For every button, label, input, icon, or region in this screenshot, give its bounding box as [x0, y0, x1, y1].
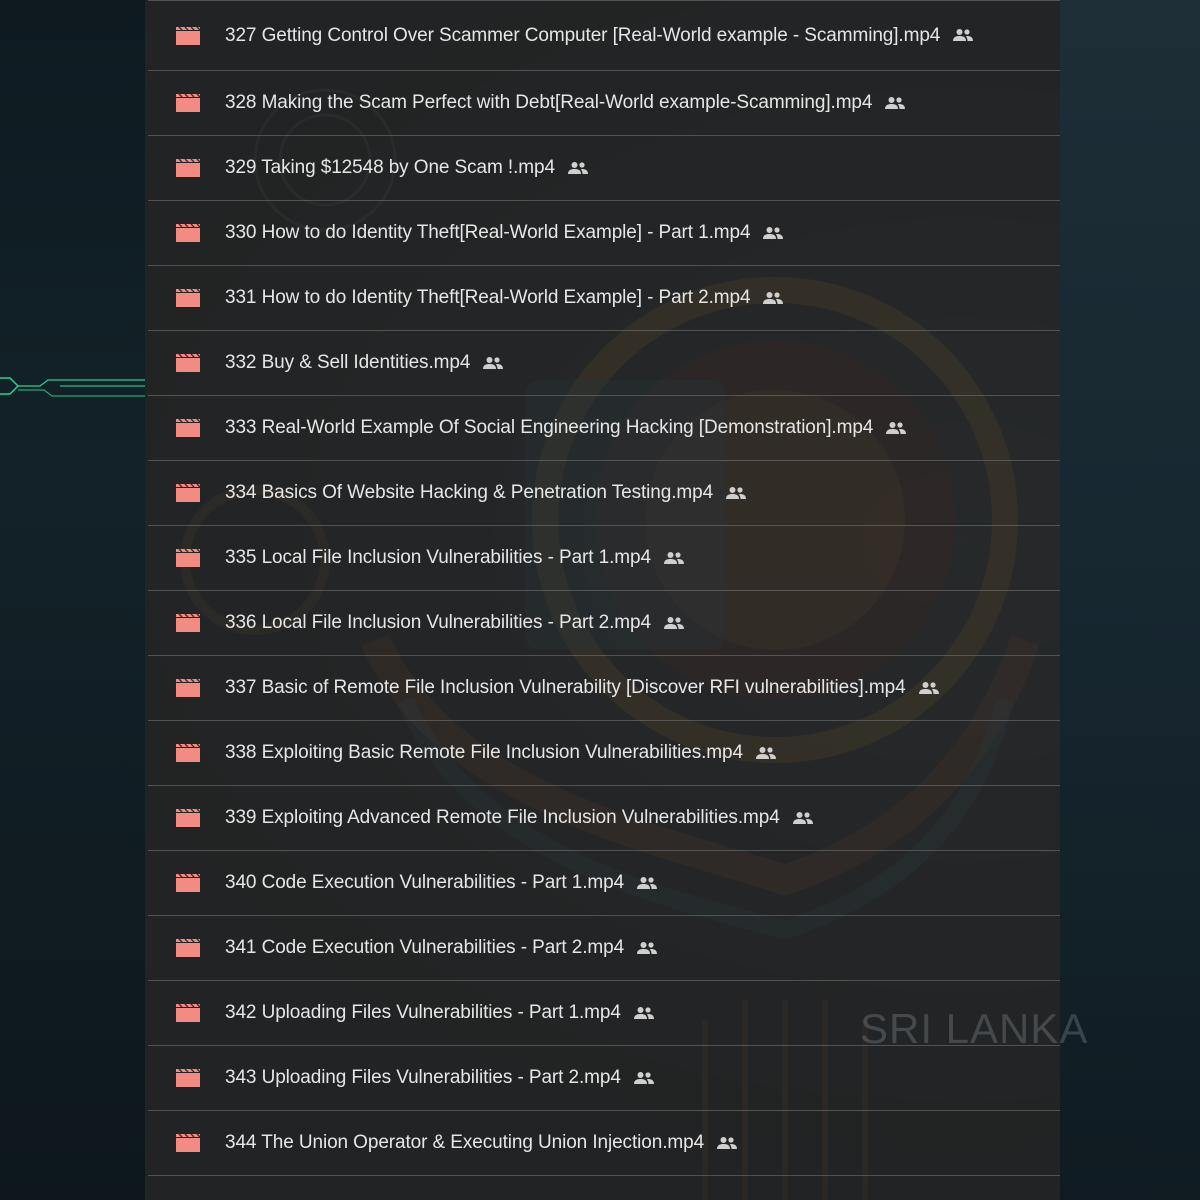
video-icon — [176, 549, 200, 567]
file-row[interactable]: 335 Local File Inclusion Vulnerabilities… — [148, 526, 1060, 591]
file-name: 341 Code Execution Vulnerabilities - Par… — [225, 937, 658, 959]
file-name: 337 Basic of Remote File Inclusion Vulne… — [225, 677, 940, 699]
shared-icon — [763, 291, 784, 304]
shared-icon — [953, 29, 974, 42]
shared-icon — [763, 226, 784, 239]
file-name: 329 Taking $12548 by One Scam !.mp4 — [225, 157, 589, 179]
file-name: 333 Real-World Example Of Social Enginee… — [225, 417, 907, 439]
file-name-text: 332 Buy & Sell Identities.mp4 — [225, 352, 471, 373]
file-name-text: 340 Code Execution Vulnerabilities - Par… — [225, 872, 625, 893]
file-row[interactable]: 343 Uploading Files Vulnerabilities - Pa… — [148, 1046, 1060, 1111]
shared-icon — [633, 1006, 654, 1019]
file-row[interactable]: 331 How to do Identity Theft[Real-World … — [148, 266, 1060, 331]
video-icon — [176, 614, 200, 632]
file-name: 336 Local File Inclusion Vulnerabilities… — [225, 612, 685, 634]
file-name-text: 341 Code Execution Vulnerabilities - Par… — [225, 937, 625, 958]
circuit-decoration — [0, 377, 145, 397]
video-icon — [176, 1004, 200, 1022]
screenshot-stage: 327 Getting Control Over Scammer Compute… — [0, 0, 1200, 1200]
video-icon — [176, 419, 200, 437]
watermark-text: SRI LANKA — [860, 1005, 1089, 1052]
shared-icon — [717, 1136, 738, 1149]
file-row[interactable]: 340 Code Execution Vulnerabilities - Par… — [148, 851, 1060, 916]
video-icon — [176, 484, 200, 502]
file-row[interactable]: 334 Basics Of Website Hacking & Penetrat… — [148, 461, 1060, 526]
file-row[interactable]: 336 Local File Inclusion Vulnerabilities… — [148, 591, 1060, 656]
video-icon — [176, 26, 200, 45]
file-row[interactable]: 332 Buy & Sell Identities.mp4 — [148, 331, 1060, 396]
file-name-text: 327 Getting Control Over Scammer Compute… — [225, 24, 941, 46]
file-name-text: 337 Basic of Remote File Inclusion Vulne… — [225, 677, 906, 698]
file-name-text: 339 Exploiting Advanced Remote File Incl… — [225, 807, 780, 828]
shared-icon — [663, 616, 684, 629]
shared-icon — [885, 96, 906, 109]
file-name: 332 Buy & Sell Identities.mp4 — [225, 352, 504, 374]
shared-icon — [483, 356, 504, 369]
file-row[interactable]: 333 Real-World Example Of Social Enginee… — [148, 396, 1060, 461]
shared-icon — [567, 161, 588, 174]
file-name: 331 How to do Identity Theft[Real-World … — [225, 287, 784, 309]
file-name: 328 Making the Scam Perfect with Debt[Re… — [225, 92, 906, 114]
file-name-text: 329 Taking $12548 by One Scam !.mp4 — [225, 157, 555, 178]
file-name-text: 338 Exploiting Basic Remote File Inclusi… — [225, 742, 743, 763]
video-icon — [176, 94, 200, 112]
file-name-text: 344 The Union Operator & Executing Union… — [225, 1132, 705, 1153]
video-icon — [176, 744, 200, 762]
file-name-text: 333 Real-World Example Of Social Enginee… — [225, 417, 874, 438]
shared-icon — [637, 876, 658, 889]
shared-icon — [886, 421, 907, 434]
file-name: 330 How to do Identity Theft[Real-World … — [225, 222, 784, 244]
file-row[interactable]: 330 How to do Identity Theft[Real-World … — [148, 201, 1060, 266]
file-name: 339 Exploiting Advanced Remote File Incl… — [225, 807, 814, 829]
file-row[interactable]: 339 Exploiting Advanced Remote File Incl… — [148, 786, 1060, 851]
video-icon — [176, 939, 200, 957]
file-name: 334 Basics Of Website Hacking & Penetrat… — [225, 482, 747, 504]
file-row[interactable]: 328 Making the Scam Perfect with Debt[Re… — [148, 71, 1060, 136]
video-icon — [176, 224, 200, 242]
video-icon — [176, 354, 200, 372]
file-row[interactable]: 338 Exploiting Basic Remote File Inclusi… — [148, 721, 1060, 786]
video-icon — [176, 1069, 200, 1087]
file-row[interactable]: 341 Code Execution Vulnerabilities - Par… — [148, 916, 1060, 981]
shared-icon — [918, 681, 939, 694]
file-row[interactable]: 337 Basic of Remote File Inclusion Vulne… — [148, 656, 1060, 721]
file-name: 335 Local File Inclusion Vulnerabilities… — [225, 547, 685, 569]
file-name-text: 335 Local File Inclusion Vulnerabilities… — [225, 547, 651, 568]
file-name-text: 342 Uploading Files Vulnerabilities - Pa… — [225, 1002, 621, 1023]
video-icon — [176, 809, 200, 827]
file-name: 342 Uploading Files Vulnerabilities - Pa… — [225, 1002, 655, 1024]
shared-icon — [755, 746, 776, 759]
shared-icon — [792, 811, 813, 824]
file-name-text: 334 Basics Of Website Hacking & Penetrat… — [225, 482, 714, 503]
file-name: 327 Getting Control Over Scammer Compute… — [225, 25, 974, 47]
file-name-text: 328 Making the Scam Perfect with Debt[Re… — [225, 92, 873, 113]
video-icon — [176, 874, 200, 892]
video-icon — [176, 679, 200, 697]
video-icon — [176, 159, 200, 177]
file-name: 343 Uploading Files Vulnerabilities - Pa… — [225, 1067, 655, 1089]
file-name: 340 Code Execution Vulnerabilities - Par… — [225, 872, 658, 894]
file-row[interactable]: 327 Getting Control Over Scammer Compute… — [148, 0, 1060, 71]
background-left — [0, 0, 145, 1200]
shared-icon — [726, 486, 747, 499]
file-name: 338 Exploiting Basic Remote File Inclusi… — [225, 742, 777, 764]
file-name-text: 343 Uploading Files Vulnerabilities - Pa… — [225, 1067, 621, 1088]
video-icon — [176, 1134, 200, 1152]
shared-icon — [633, 1071, 654, 1084]
file-name-text: 331 How to do Identity Theft[Real-World … — [225, 287, 751, 308]
shared-icon — [637, 941, 658, 954]
file-name-text: 330 How to do Identity Theft[Real-World … — [225, 222, 751, 243]
video-icon — [176, 289, 200, 307]
file-row[interactable]: 344 The Union Operator & Executing Union… — [148, 1111, 1060, 1176]
shared-icon — [663, 551, 684, 564]
file-row[interactable]: 329 Taking $12548 by One Scam !.mp4 — [148, 136, 1060, 201]
file-name: 344 The Union Operator & Executing Union… — [225, 1132, 738, 1154]
file-name-text: 336 Local File Inclusion Vulnerabilities… — [225, 612, 651, 633]
